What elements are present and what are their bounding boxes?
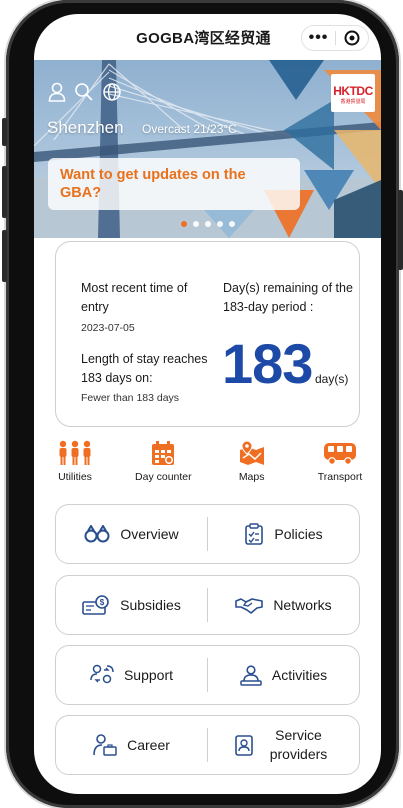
menu-item-label: Policies xyxy=(274,525,323,542)
menu-row: Overview Policies xyxy=(55,504,360,564)
length-of-stay-label: Length of stay reaches 183 days on: xyxy=(81,352,208,385)
more-menu-button[interactable]: ••• xyxy=(302,25,335,51)
promo-banner[interactable]: HKTDC 香港貿發局 Shenzhen Overcast 21/23°C Wa… xyxy=(34,60,381,238)
mute-switch xyxy=(2,118,7,146)
entry-time-label: Most recent time of entry xyxy=(81,281,188,314)
quick-link-maps[interactable]: Maps xyxy=(211,440,293,492)
app-title: GOGBA湾区经贸通 xyxy=(136,29,271,47)
menu-item-policies[interactable]: Policies xyxy=(208,505,359,563)
quick-link-utilities[interactable]: Utilities xyxy=(34,440,116,492)
carousel-dot[interactable] xyxy=(216,221,223,227)
hktdc-logo: HKTDC 香港貿發局 xyxy=(331,74,375,112)
menu-item-subsidies[interactable]: $ Subsidies xyxy=(56,576,207,634)
days-remaining-label: Day(s) remaining of the 183-day period : xyxy=(223,281,353,314)
calendar-icon xyxy=(152,441,175,465)
money-icon: $ xyxy=(82,595,109,615)
carousel-dot[interactable] xyxy=(180,221,187,227)
weather-status: Overcast 21/23°C xyxy=(142,122,237,136)
quick-link-label: Maps xyxy=(238,471,265,483)
carousel-indicator xyxy=(34,221,381,227)
menu-item-overview[interactable]: Overview xyxy=(56,505,207,563)
menu-item-label: Support xyxy=(123,666,174,683)
menu-row: Support Activities xyxy=(55,645,360,705)
bus-icon xyxy=(323,443,356,465)
svg-text:$: $ xyxy=(100,598,105,607)
menu-row: Career Service providers xyxy=(55,715,360,775)
promo-text[interactable]: Want to get updates on the GBA? xyxy=(48,158,300,210)
search-icon[interactable] xyxy=(74,82,94,102)
carousel-dot[interactable] xyxy=(228,221,235,227)
quick-link-transport[interactable]: Transport xyxy=(299,440,381,492)
power-button xyxy=(398,190,403,270)
day-counter-card[interactable]: Most recent time of entry 2023-07-05 Len… xyxy=(55,241,360,427)
menu-item-label: Service providers xyxy=(269,727,328,762)
app-screen: GOGBA湾区经贸通 ••• HKTDC 香港貿發局 Shenzhen Over… xyxy=(34,14,381,794)
weather-city: Shenzhen xyxy=(47,118,124,137)
support-people-icon xyxy=(90,664,114,684)
phone-frame: GOGBA湾区经贸通 ••• HKTDC 香港貿發局 Shenzhen Over… xyxy=(2,0,403,808)
menu-item-service-providers[interactable]: Service providers xyxy=(208,716,359,774)
quick-link-day-counter[interactable]: Day counter xyxy=(122,440,204,492)
binoculars-icon xyxy=(84,525,110,543)
menu-item-career[interactable]: Career xyxy=(56,716,207,774)
nav-bar: GOGBA湾区经贸通 ••• xyxy=(34,14,381,60)
presenter-icon xyxy=(240,665,262,686)
career-person-icon xyxy=(93,734,117,756)
menu-item-label: Activities xyxy=(271,666,328,683)
menu-item-label: Overview xyxy=(120,525,179,542)
quick-links: Utilities Day counter Maps Transport xyxy=(34,440,381,492)
user-icon[interactable] xyxy=(48,82,66,102)
globe-icon[interactable] xyxy=(102,82,122,102)
quick-link-label: Transport xyxy=(317,471,363,483)
target-circle-icon xyxy=(344,30,360,46)
menu-item-label: Subsidies xyxy=(120,596,181,613)
quick-link-label: Day counter xyxy=(135,471,192,483)
mini-program-capsule[interactable]: ••• xyxy=(301,25,369,51)
menu-item-networks[interactable]: Networks xyxy=(208,576,359,634)
volume-up-button xyxy=(2,166,7,218)
menu-item-label: Networks xyxy=(273,596,332,613)
provider-card-icon xyxy=(234,735,253,756)
carousel-dot[interactable] xyxy=(192,221,199,227)
people-icon xyxy=(59,440,91,465)
close-target-button[interactable] xyxy=(336,30,368,46)
policy-document-icon xyxy=(245,523,264,545)
handshake-icon xyxy=(235,598,264,614)
days-remaining-number: 183 xyxy=(222,332,313,395)
entry-date-value: 2023-07-05 xyxy=(81,322,135,334)
length-of-stay-value: Fewer than 183 days xyxy=(81,392,180,404)
map-icon xyxy=(239,440,264,465)
banner-action-icons xyxy=(48,82,122,102)
menu-item-activities[interactable]: Activities xyxy=(208,646,359,704)
menu-row: $ Subsidies Networks xyxy=(55,575,360,635)
carousel-dot[interactable] xyxy=(204,221,211,227)
quick-link-label: Utilities xyxy=(58,471,92,483)
days-remaining-unit: day(s) xyxy=(315,372,349,386)
menu-item-support[interactable]: Support xyxy=(56,646,207,704)
menu-item-label: Career xyxy=(127,736,170,753)
volume-down-button xyxy=(2,230,7,282)
